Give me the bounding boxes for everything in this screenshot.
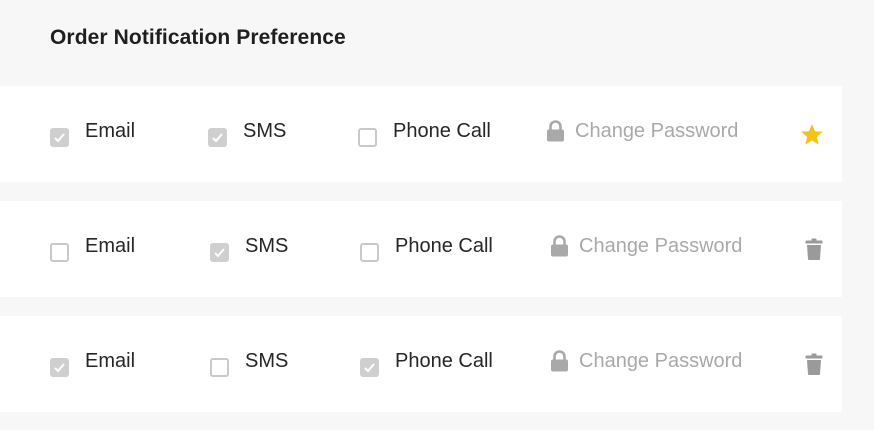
sms-option[interactable]: SMS bbox=[210, 316, 288, 412]
delete-button[interactable] bbox=[805, 316, 823, 412]
trash-icon bbox=[805, 353, 823, 375]
sms-checkbox[interactable] bbox=[210, 242, 229, 262]
email-label: Email bbox=[85, 349, 136, 372]
phone-call-label: Phone Call bbox=[393, 119, 491, 142]
sms-label: SMS bbox=[245, 234, 289, 257]
phone-call-label: Phone Call bbox=[395, 234, 493, 257]
sms-option[interactable]: SMS bbox=[210, 201, 288, 297]
sms-checkbox[interactable] bbox=[210, 357, 229, 377]
email-label: Email bbox=[85, 119, 136, 142]
star-icon bbox=[801, 123, 823, 145]
change-password-label: Change Password bbox=[579, 349, 743, 372]
email-label: Email bbox=[85, 234, 136, 257]
page-title: Order Notification Preference bbox=[50, 26, 346, 49]
change-password-link[interactable]: Change Password bbox=[550, 201, 742, 297]
phone-call-label: Phone Call bbox=[395, 349, 493, 372]
delete-button[interactable] bbox=[805, 201, 823, 297]
email-option[interactable]: Email bbox=[50, 316, 135, 412]
phone-call-checkbox[interactable] bbox=[360, 357, 379, 377]
phone-call-checkbox[interactable] bbox=[358, 127, 377, 147]
change-password-label: Change Password bbox=[579, 234, 743, 257]
trash-icon bbox=[805, 238, 823, 260]
sms-label: SMS bbox=[245, 349, 289, 372]
email-option[interactable]: Email bbox=[50, 86, 135, 182]
preference-row: Email SMS Phone Call Change Password bbox=[0, 316, 842, 412]
lock-icon bbox=[547, 120, 564, 142]
phone-call-option[interactable]: Phone Call bbox=[358, 86, 491, 182]
preference-row: Email SMS Phone Call Change Password bbox=[0, 86, 842, 182]
sms-label: SMS bbox=[243, 119, 287, 142]
phone-call-option[interactable]: Phone Call bbox=[360, 316, 493, 412]
phone-call-option[interactable]: Phone Call bbox=[360, 201, 493, 297]
lock-icon bbox=[551, 350, 568, 372]
change-password-link[interactable]: Change Password bbox=[550, 316, 742, 412]
sms-checkbox[interactable] bbox=[208, 127, 227, 147]
change-password-link[interactable]: Change Password bbox=[546, 86, 738, 182]
preference-row: Email SMS Phone Call Change Password bbox=[0, 201, 842, 297]
email-checkbox[interactable] bbox=[50, 357, 69, 377]
sms-option[interactable]: SMS bbox=[208, 86, 286, 182]
email-option[interactable]: Email bbox=[50, 201, 135, 297]
lock-icon bbox=[551, 235, 568, 257]
change-password-label: Change Password bbox=[575, 119, 739, 142]
email-checkbox[interactable] bbox=[50, 242, 69, 262]
phone-call-checkbox[interactable] bbox=[360, 242, 379, 262]
email-checkbox[interactable] bbox=[50, 127, 69, 147]
favorite-button[interactable] bbox=[800, 86, 824, 182]
